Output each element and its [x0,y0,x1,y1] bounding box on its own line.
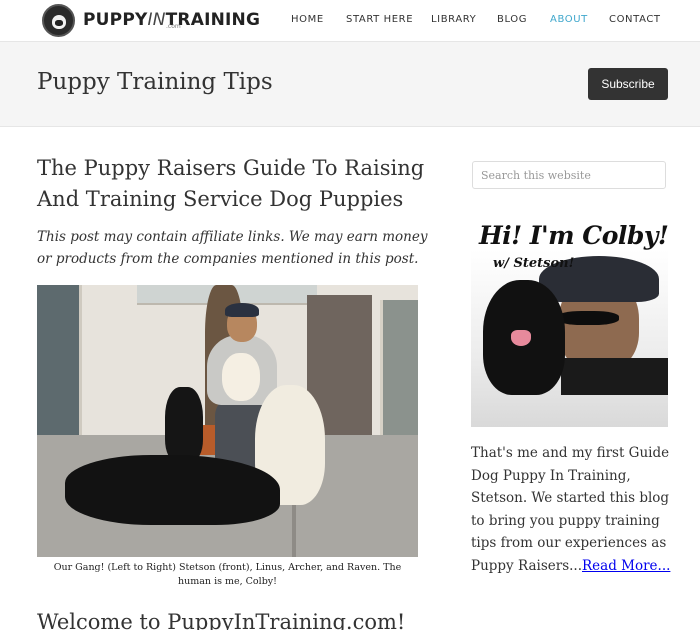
nav-about[interactable]: ABOUT [550,14,588,25]
affiliate-disclaimer: This post may contain affiliate links. W… [37,229,428,267]
welcome-heading: Welcome to PuppyInTraining.com! [37,610,406,630]
nav-start-here[interactable]: START HERE [346,14,413,25]
author-bio-text: That's me and my first Guide Dog Puppy I… [471,445,670,574]
photo-caption: Our Gang! (Left to Right) Stetson (front… [53,562,402,587]
logo-word-puppy: PUPPY [83,10,148,30]
author-with-text: w/ Stetson! [493,256,575,271]
nav-home[interactable]: HOME [291,14,324,25]
logo-word-in: IN [147,10,166,30]
author-greeting: Hi! I'm Colby! [479,221,668,250]
post-featured-photo [37,285,418,557]
nav-blog[interactable]: BLOG [497,14,527,25]
banner-title: Puppy Training Tips [37,69,273,95]
logo-domain-suffix: .com [166,23,181,30]
nav-contact[interactable]: CONTACT [609,14,661,25]
read-more-link[interactable]: Read More... [582,558,670,574]
puppy-logo-icon [42,4,75,37]
page-banner: Puppy Training Tips Subscribe [0,41,700,127]
search-input[interactable] [472,161,666,189]
site-header: PUPPYINTRAINING .com HOME START HERE LIB… [0,0,700,41]
subscribe-button[interactable]: Subscribe [588,68,668,100]
author-bio: That's me and my first Guide Dog Puppy I… [471,442,671,577]
author-photo: Hi! I'm Colby! w/ Stetson! [471,218,668,427]
post-title[interactable]: The Puppy Raisers Guide To Raising And T… [37,153,437,215]
nav-library[interactable]: LIBRARY [431,14,476,25]
site-logo[interactable]: PUPPYINTRAINING [42,4,260,37]
